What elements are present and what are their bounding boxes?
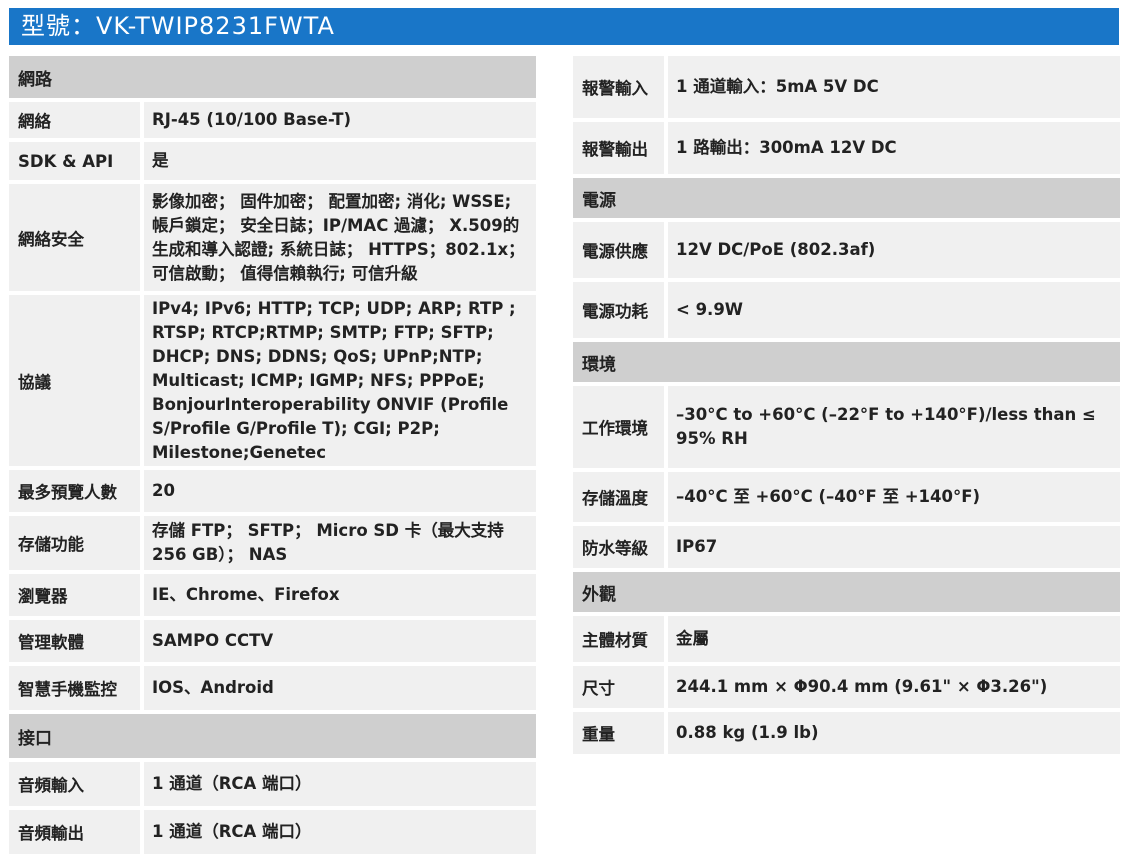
spec-value: 影像加密； 固件加密； 配置加密; 消化; WSSE; 帳戶鎖定； 安全日誌；I… — [144, 184, 536, 291]
spec-label: 存儲功能 — [9, 516, 140, 570]
spec-value: SAMPO CCTV — [144, 620, 536, 662]
section-interface: 接口 — [9, 714, 536, 758]
spec-label: 協議 — [9, 295, 140, 466]
section-title: 網路 — [9, 56, 536, 98]
spec-label: 音頻輸出 — [9, 810, 140, 854]
spec-value: IPv4; IPv6; HTTP; TCP; UDP; ARP; RTP ; R… — [144, 295, 536, 466]
spec-row: 主體材質 金屬 — [573, 616, 1120, 662]
spec-row: 存儲功能 存儲 FTP； SFTP； Micro SD 卡（最大支持 256 G… — [9, 516, 536, 570]
spec-table-left: 網路 網絡 RJ-45 (10/100 Base-T) SDK & API 是 … — [9, 56, 536, 858]
spec-label: 主體材質 — [573, 616, 664, 662]
spec-value: –30°C to +60°C (–22°F to +140°F)/less th… — [668, 386, 1120, 468]
spec-row: 網絡 RJ-45 (10/100 Base-T) — [9, 102, 536, 138]
spec-value: IOS、Android — [144, 666, 536, 710]
spec-row: 報警輸出 1 路輸出：300mA 12V DC — [573, 122, 1120, 174]
model-title: 型號：VK-TWIP8231FWTA — [9, 8, 1119, 45]
spec-row: 報警輸入 1 通道輸入：5mA 5V DC — [573, 56, 1120, 118]
spec-value: 244.1 mm × Φ90.4 mm (9.61" × Φ3.26") — [668, 666, 1120, 708]
spec-row: 電源功耗 < 9.9W — [573, 282, 1120, 338]
spec-row: 協議 IPv4; IPv6; HTTP; TCP; UDP; ARP; RTP … — [9, 295, 536, 466]
spec-label: 存儲溫度 — [573, 472, 664, 522]
spec-row: 重量 0.88 kg (1.9 lb) — [573, 712, 1120, 754]
section-environment: 環境 — [573, 342, 1120, 382]
spec-value: IE、Chrome、Firefox — [144, 574, 536, 616]
spec-value: IP67 — [668, 526, 1120, 568]
spec-row: 網絡安全 影像加密； 固件加密； 配置加密; 消化; WSSE; 帳戶鎖定； 安… — [9, 184, 536, 291]
spec-value: 1 通道（RCA 端口） — [144, 762, 536, 806]
spec-label: 尺寸 — [573, 666, 664, 708]
spec-label: 報警輸出 — [573, 122, 664, 174]
spec-row: SDK & API 是 — [9, 142, 536, 180]
spec-label: 網絡安全 — [9, 184, 140, 291]
spec-value: < 9.9W — [668, 282, 1120, 338]
spec-label: 防水等級 — [573, 526, 664, 568]
spec-row: 電源供應 12V DC/PoE (802.3af) — [573, 222, 1120, 278]
spec-row: 工作環境 –30°C to +60°C (–22°F to +140°F)/le… — [573, 386, 1120, 468]
spec-table-right: 報警輸入 1 通道輸入：5mA 5V DC 報警輸出 1 路輸出：300mA 1… — [573, 56, 1120, 758]
spec-label: 瀏覽器 — [9, 574, 140, 616]
spec-value: 是 — [144, 142, 536, 180]
spec-row: 瀏覽器 IE、Chrome、Firefox — [9, 574, 536, 616]
spec-label: 重量 — [573, 712, 664, 754]
spec-row: 尺寸 244.1 mm × Φ90.4 mm (9.61" × Φ3.26") — [573, 666, 1120, 708]
spec-label: 電源功耗 — [573, 282, 664, 338]
spec-value: 金屬 — [668, 616, 1120, 662]
spec-row: 智慧手機監控 IOS、Android — [9, 666, 536, 710]
section-title: 外觀 — [573, 572, 1120, 612]
spec-row: 音頻輸入 1 通道（RCA 端口） — [9, 762, 536, 806]
spec-value: 12V DC/PoE (802.3af) — [668, 222, 1120, 278]
spec-label: 工作環境 — [573, 386, 664, 468]
spec-row: 最多預覽人數 20 — [9, 470, 536, 512]
section-title: 接口 — [9, 714, 536, 758]
spec-value: 20 — [144, 470, 536, 512]
spec-value: RJ-45 (10/100 Base-T) — [144, 102, 536, 138]
spec-label: 智慧手機監控 — [9, 666, 140, 710]
spec-value: –40°C 至 +60°C (–40°F 至 +140°F) — [668, 472, 1120, 522]
spec-row: 防水等級 IP67 — [573, 526, 1120, 568]
section-power: 電源 — [573, 178, 1120, 218]
spec-value: 1 通道（RCA 端口） — [144, 810, 536, 854]
spec-value: 0.88 kg (1.9 lb) — [668, 712, 1120, 754]
section-title: 環境 — [573, 342, 1120, 382]
spec-label: 報警輸入 — [573, 56, 664, 118]
spec-label: 管理軟體 — [9, 620, 140, 662]
spec-label: 音頻輸入 — [9, 762, 140, 806]
section-appearance: 外觀 — [573, 572, 1120, 612]
section-title: 電源 — [573, 178, 1120, 218]
section-network: 網路 — [9, 56, 536, 98]
spec-value: 1 路輸出：300mA 12V DC — [668, 122, 1120, 174]
spec-row: 管理軟體 SAMPO CCTV — [9, 620, 536, 662]
spec-label: 網絡 — [9, 102, 140, 138]
spec-row: 存儲溫度 –40°C 至 +60°C (–40°F 至 +140°F) — [573, 472, 1120, 522]
spec-row: 音頻輸出 1 通道（RCA 端口） — [9, 810, 536, 854]
spec-label: SDK & API — [9, 142, 140, 180]
spec-label: 最多預覽人數 — [9, 470, 140, 512]
spec-label: 電源供應 — [573, 222, 664, 278]
spec-value: 存儲 FTP； SFTP； Micro SD 卡（最大支持 256 GB）； N… — [144, 516, 536, 570]
spec-value: 1 通道輸入：5mA 5V DC — [668, 56, 1120, 118]
